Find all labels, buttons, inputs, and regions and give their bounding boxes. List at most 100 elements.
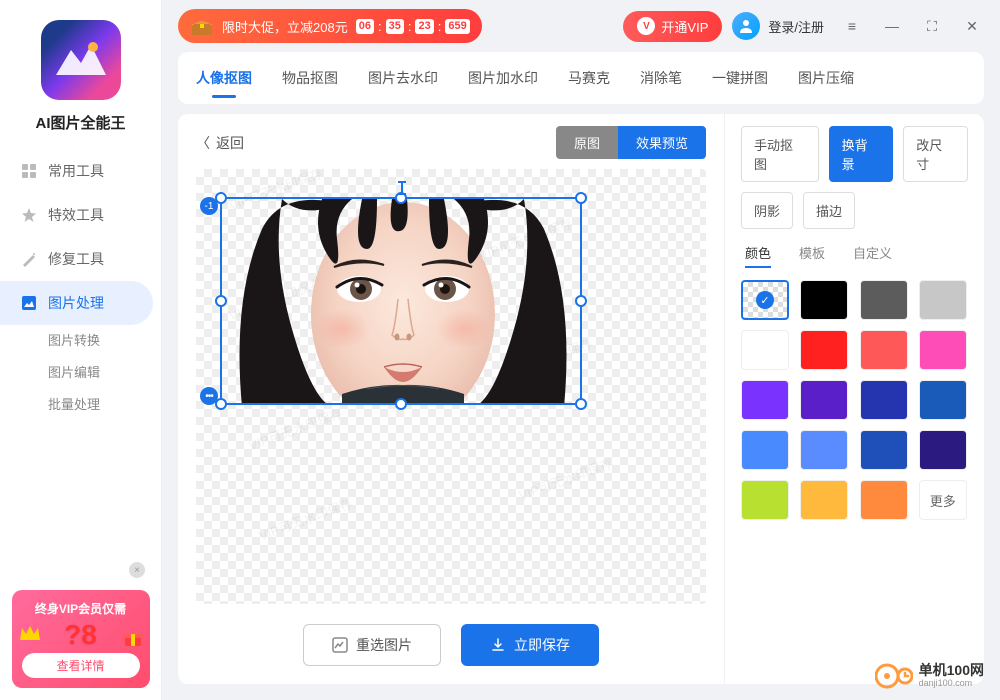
download-icon <box>490 637 506 653</box>
feature-tabs: 人像抠图 物品抠图 图片去水印 图片加水印 马赛克 消除笔 一键拼图 图片压缩 <box>178 52 984 104</box>
cd-mins: 35 <box>386 19 404 34</box>
brand-logo-icon <box>875 660 913 692</box>
brand-name: 单机100网 <box>919 663 984 678</box>
tab-object-cutout[interactable]: 物品抠图 <box>282 52 338 104</box>
resize-handle-bm[interactable] <box>395 398 407 410</box>
swatch-navy[interactable] <box>860 380 908 420</box>
minimize-btn[interactable]: — <box>880 14 904 38</box>
resize-handle-br[interactable] <box>575 398 587 410</box>
save-btn[interactable]: 立即保存 <box>461 624 599 666</box>
swatch-skyblue[interactable] <box>741 430 789 470</box>
swatch-amber[interactable] <box>800 480 848 520</box>
swatch-pink[interactable] <box>919 330 967 370</box>
gift-icon <box>122 630 144 646</box>
avatar-icon <box>732 12 760 40</box>
swatch-orange[interactable] <box>860 480 908 520</box>
resize-handle-tr[interactable] <box>575 192 587 204</box>
panel-row-2: 阴影 描边 <box>741 192 968 229</box>
nav-image-process[interactable]: 图片处理 <box>0 281 153 325</box>
bg-tab-template[interactable]: 模板 <box>799 243 825 268</box>
promo-banner[interactable]: 限时大促，立减208元 06: 35: 23: 659 <box>178 9 482 43</box>
reupload-btn[interactable]: 重选图片 <box>303 624 441 666</box>
tab-collage[interactable]: 一键拼图 <box>712 52 768 104</box>
vip-promo-card[interactable]: 终身VIP会员仅需 ?8 查看详情 <box>12 590 150 688</box>
nav-label: 特效工具 <box>48 205 104 225</box>
swatch-lightblue[interactable] <box>800 430 848 470</box>
brand-url: danji100.com <box>919 679 984 689</box>
resize-btn[interactable]: 改尺寸 <box>903 126 968 182</box>
nav-batch[interactable]: 批量处理 <box>0 389 161 421</box>
nav-effects[interactable]: 特效工具 <box>0 193 161 237</box>
image-icon <box>20 294 38 312</box>
resize-handle-ml[interactable] <box>215 295 227 307</box>
tab-remove-watermark[interactable]: 图片去水印 <box>368 52 438 104</box>
tab-eraser[interactable]: 消除笔 <box>640 52 682 104</box>
cd-secs: 23 <box>415 19 433 34</box>
canvas-header: 〈 返回 原图 效果预览 <box>196 126 706 159</box>
countdown: 06: 35: 23: 659 <box>356 19 470 34</box>
swatch-royalblue[interactable] <box>860 430 908 470</box>
save-label: 立即保存 <box>514 635 570 655</box>
crown-icon <box>18 624 42 644</box>
wand-icon <box>20 250 38 268</box>
view-original-btn[interactable]: 原图 <box>556 126 618 159</box>
nav: 常用工具 特效工具 修复工具 图片处理 图片转换 图片编辑 批量处理 <box>0 149 161 421</box>
panel-row-1: 手动抠图 换背景 改尺寸 <box>741 126 968 182</box>
canvas-area: 〈 返回 原图 效果预览 VIP可无水印保存 VIP可无水印保存 VIP可无水印… <box>178 114 724 684</box>
menu-btn[interactable]: ≡ <box>840 14 864 38</box>
close-btn[interactable]: ✕ <box>960 14 984 38</box>
layer-menu-btn[interactable]: ••• <box>200 387 218 405</box>
nav-repair[interactable]: 修复工具 <box>0 237 161 281</box>
swatch-lightgray[interactable] <box>919 280 967 320</box>
shadow-btn[interactable]: 阴影 <box>741 192 793 229</box>
stroke-btn[interactable]: 描边 <box>803 192 855 229</box>
maximize-btn[interactable]: ⛶ <box>920 14 944 38</box>
vip-btn-label: 开通VIP <box>661 17 708 36</box>
swatch-blue[interactable] <box>919 380 967 420</box>
collapse-sidebar-btn[interactable]: × <box>129 562 145 578</box>
change-bg-btn[interactable]: 换背景 <box>829 126 894 182</box>
swatch-white[interactable] <box>741 330 789 370</box>
right-panel: 手动抠图 换背景 改尺寸 阴影 描边 颜色 模板 自定义 ✓ <box>724 114 984 684</box>
vip-badge-icon: V <box>637 17 655 35</box>
swatch-violet[interactable] <box>800 380 848 420</box>
login-area[interactable]: 登录/注册 <box>732 12 824 40</box>
open-vip-btn[interactable]: V 开通VIP <box>623 11 722 42</box>
bg-tab-custom[interactable]: 自定义 <box>853 243 892 268</box>
swatch-red[interactable] <box>800 330 848 370</box>
tab-portrait-cutout[interactable]: 人像抠图 <box>196 52 252 104</box>
promo-text: 限时大促，立减208元 <box>222 17 348 36</box>
manual-cutout-btn[interactable]: 手动抠图 <box>741 126 819 182</box>
nav-convert[interactable]: 图片转换 <box>0 325 161 357</box>
swatch-lightred[interactable] <box>860 330 908 370</box>
bottom-actions: 重选图片 立即保存 <box>196 604 706 666</box>
login-text: 登录/注册 <box>768 17 824 36</box>
nav-edit[interactable]: 图片编辑 <box>0 357 161 389</box>
swatch-lime[interactable] <box>741 480 789 520</box>
back-label: 返回 <box>216 133 244 153</box>
tab-mosaic[interactable]: 马赛克 <box>568 52 610 104</box>
nav-common-tools[interactable]: 常用工具 <box>0 149 161 193</box>
selection-box[interactable]: -1 ••• <box>220 197 582 405</box>
bg-tab-color[interactable]: 颜色 <box>745 243 771 268</box>
view-toggle: 原图 效果预览 <box>556 126 706 159</box>
tab-add-watermark[interactable]: 图片加水印 <box>468 52 538 104</box>
swatch-indigo[interactable] <box>919 430 967 470</box>
topbar: 限时大促，立减208元 06: 35: 23: 659 V 开通VIP 登录/注… <box>162 0 1000 52</box>
view-preview-btn[interactable]: 效果预览 <box>618 126 706 159</box>
vip-detail-btn[interactable]: 查看详情 <box>22 653 140 678</box>
layer-badge[interactable]: -1 <box>200 197 218 215</box>
back-btn[interactable]: 〈 返回 <box>196 133 244 153</box>
cd-ms: 659 <box>445 19 469 34</box>
nav-label: 常用工具 <box>48 161 104 181</box>
swatch-black[interactable] <box>800 280 848 320</box>
swatch-darkgray[interactable] <box>860 280 908 320</box>
swatch-more-btn[interactable]: 更多 <box>919 480 967 520</box>
canvas[interactable]: VIP可无水印保存 VIP可无水印保存 VIP可无水印保存 VIP可无水印保存 … <box>196 169 706 604</box>
swatch-purple[interactable] <box>741 380 789 420</box>
site-brand: 单机100网 danji100.com <box>875 660 984 692</box>
tab-compress[interactable]: 图片压缩 <box>798 52 854 104</box>
swatch-transparent[interactable]: ✓ <box>741 280 789 320</box>
resize-handle-mr[interactable] <box>575 295 587 307</box>
chest-icon <box>190 16 214 36</box>
